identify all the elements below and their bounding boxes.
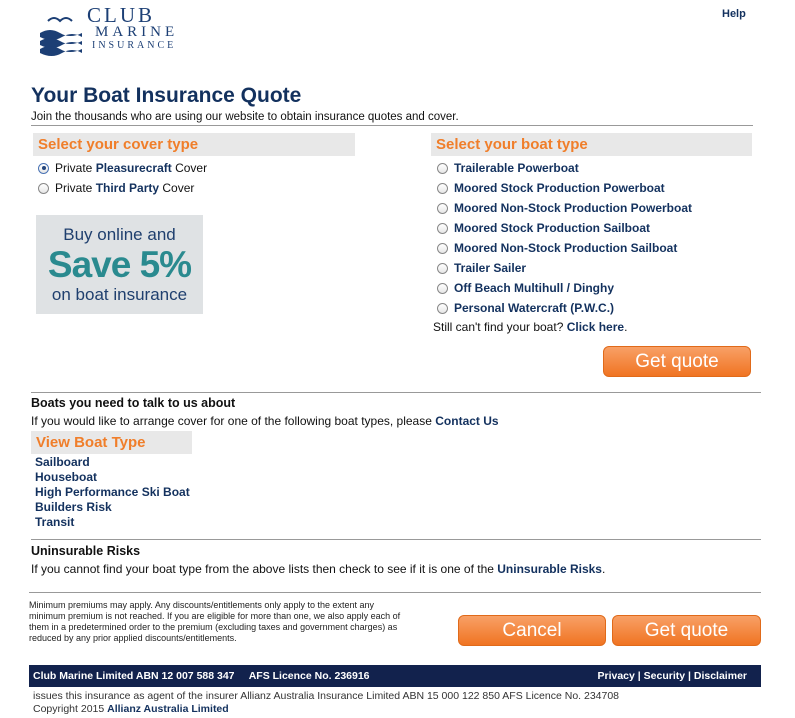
allianz-link[interactable]: Allianz Australia Limited <box>107 703 229 715</box>
option-prefix: Private <box>55 181 96 195</box>
radio-boat[interactable] <box>437 242 448 254</box>
footer-separator: | <box>634 670 644 682</box>
promo-line-1: Buy online and <box>63 225 176 244</box>
help-link[interactable]: Help <box>722 8 746 20</box>
logo-marine-text: MARINE <box>95 24 179 40</box>
boat-option-label: Moored Non-Stock Production Sailboat <box>454 241 678 255</box>
footer-separator: | <box>685 670 694 682</box>
uninsurable-text: If you cannot find your boat type from t… <box>31 562 605 576</box>
boat-option-label: Personal Watercraft (P.W.C.) <box>454 301 615 315</box>
radio-boat[interactable] <box>437 202 448 214</box>
boat-option[interactable]: Moored Non-Stock Production Sailboat <box>437 238 692 258</box>
boat-option[interactable]: Moored Non-Stock Production Powerboat <box>437 198 692 218</box>
click-here-link[interactable]: Click here <box>567 320 624 334</box>
talk-text: If you would like to arrange cover for o… <box>31 414 499 428</box>
privacy-link[interactable]: Privacy <box>598 670 635 682</box>
agent-statement: issues this insurance as agent of the in… <box>33 690 620 702</box>
boat-type-link[interactable]: Houseboat <box>35 470 97 484</box>
logo-insurance-text: INSURANCE <box>92 40 177 51</box>
boat-option-label: Trailer Sailer <box>454 261 527 275</box>
option-emphasis: Pleasurecraft <box>95 161 172 175</box>
divider <box>31 392 761 393</box>
divider <box>29 592 761 593</box>
promo-line-2: Save 5% <box>47 244 192 285</box>
boat-option-label: Off Beach Multihull / Dinghy <box>454 281 614 295</box>
copyright: Copyright 2015 Allianz Australia Limited <box>33 703 229 715</box>
cancel-button[interactable]: Cancel <box>458 615 606 646</box>
not-found-text: Still can't find your boat? <box>433 320 567 334</box>
uninsurable-description: If you cannot find your boat type from t… <box>31 562 498 576</box>
cover-type-heading: Select your cover type <box>33 133 355 156</box>
radio-boat[interactable] <box>437 222 448 234</box>
premium-disclaimer: Minimum premiums may apply. Any discount… <box>29 600 401 643</box>
boat-option-label: Moored Non-Stock Production Powerboat <box>454 201 693 215</box>
not-found-end: . <box>624 320 628 334</box>
promo-banner[interactable]: Buy online and Save 5% on boat insurance <box>36 215 203 314</box>
uninsurable-risks-link[interactable]: Uninsurable Risks <box>497 562 602 576</box>
radio-boat[interactable] <box>437 182 448 194</box>
cover-option-third-party[interactable]: Private Third Party Cover <box>38 178 207 198</box>
boat-type-link[interactable]: Builders Risk <box>35 500 112 514</box>
radio-boat[interactable] <box>437 162 448 174</box>
boat-option-label: Moored Stock Production Powerboat <box>454 181 665 195</box>
security-link[interactable]: Security <box>644 670 685 682</box>
club-marine-logo[interactable]: CLUB MARINE INSURANCE <box>38 3 188 57</box>
page-subtitle: Join the thousands who are using our web… <box>31 111 459 123</box>
cover-type-options: Private Pleasurecraft Cover Private Thir… <box>38 158 207 198</box>
footer-bar: Club Marine Limited ABN 12 007 588 347 A… <box>29 665 761 687</box>
radio-pleasurecraft[interactable] <box>38 162 49 174</box>
boat-type-link[interactable]: Transit <box>35 515 74 529</box>
talk-description: If you would like to arrange cover for o… <box>31 414 436 428</box>
boat-type-link[interactable]: Sailboard <box>35 455 90 469</box>
divider <box>31 125 753 126</box>
get-quote-button-bottom[interactable]: Get quote <box>612 615 761 646</box>
boat-option[interactable]: Trailerable Powerboat <box>437 158 692 178</box>
boat-option[interactable]: Moored Stock Production Powerboat <box>437 178 692 198</box>
uninsurable-end: . <box>601 562 606 576</box>
boat-type-list: Sailboard Houseboat High Performance Ski… <box>35 455 190 530</box>
view-boat-type-heading: View Boat Type <box>31 431 192 454</box>
boat-option-label: Trailerable Powerboat <box>454 161 579 175</box>
option-suffix: Cover <box>159 181 195 195</box>
talk-heading: Boats you need to talk to us about <box>31 396 236 410</box>
boat-option[interactable]: Personal Watercraft (P.W.C.) <box>437 298 692 318</box>
wave-icon <box>40 17 82 56</box>
disclaimer-link[interactable]: Disclaimer <box>694 670 747 682</box>
boat-type-link[interactable]: High Performance Ski Boat <box>35 485 190 499</box>
boat-option[interactable]: Trailer Sailer <box>437 258 692 278</box>
divider <box>31 539 761 540</box>
page-title: Your Boat Insurance Quote <box>31 84 302 107</box>
get-quote-button-top[interactable]: Get quote <box>603 346 751 377</box>
footer-links: Privacy | Security | Disclaimer <box>598 670 748 682</box>
option-suffix: Cover <box>171 161 208 175</box>
radio-boat[interactable] <box>437 302 448 314</box>
contact-us-link[interactable]: Contact Us <box>435 414 498 428</box>
option-prefix: Private <box>55 161 96 175</box>
boat-not-found: Still can't find your boat? Click here. <box>433 320 627 334</box>
boat-option[interactable]: Off Beach Multihull / Dinghy <box>437 278 692 298</box>
company-details: Club Marine Limited ABN 12 007 588 347 A… <box>33 670 370 682</box>
boat-option-label: Moored Stock Production Sailboat <box>454 221 651 235</box>
promo-line-3: on boat insurance <box>51 285 188 304</box>
copyright-text: Copyright 2015 <box>33 703 108 715</box>
boat-option[interactable]: Moored Stock Production Sailboat <box>437 218 692 238</box>
logo-club-text: CLUB <box>87 3 156 27</box>
uninsurable-heading: Uninsurable Risks <box>31 544 141 558</box>
boat-type-options: Trailerable Powerboat Moored Stock Produ… <box>437 158 692 318</box>
radio-boat[interactable] <box>437 262 448 274</box>
radio-boat[interactable] <box>437 282 448 294</box>
boat-type-heading: Select your boat type <box>431 133 752 156</box>
cover-option-pleasurecraft[interactable]: Private Pleasurecraft Cover <box>38 158 207 178</box>
radio-third-party[interactable] <box>38 182 49 194</box>
option-emphasis: Third Party <box>95 181 160 195</box>
